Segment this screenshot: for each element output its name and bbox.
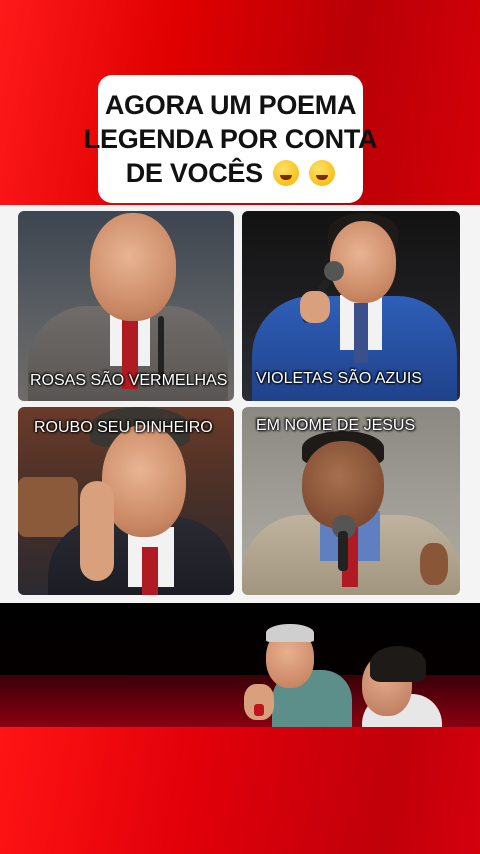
man-1-hair — [266, 624, 314, 642]
meme-collage: ROSAS SÃO VERMELHAS VIOLETAS SÃO AZUIS R… — [0, 205, 480, 603]
microphone-head-icon — [324, 261, 344, 281]
title-line-3: DE VOCÊS — [125, 158, 263, 188]
bottom-red-background — [0, 727, 480, 854]
person-hand — [420, 543, 448, 585]
microphone-icon — [338, 531, 348, 571]
person-face — [102, 425, 186, 537]
panel-4-caption: EM NOME DE JESUS — [256, 417, 416, 434]
collage-panel-4: EM NOME DE JESUS — [242, 407, 460, 595]
man-2-hair — [370, 646, 426, 682]
title-caption-box: AGORA UM POEMA LEGENDA POR CONTA DE VOCÊ… — [84, 75, 378, 203]
person-tie — [142, 547, 158, 595]
person-hand — [300, 291, 330, 323]
title-line-3-wrap: DE VOCÊS — [126, 156, 336, 190]
laughing-men-sticker — [242, 622, 442, 727]
chair-back — [18, 477, 78, 537]
collage-panel-2: VIOLETAS SÃO AZUIS — [242, 211, 460, 401]
person-tie — [354, 303, 368, 363]
rofl-emoji-icon — [309, 160, 336, 186]
panel-3-caption: ROUBO SEU DINHEIRO — [34, 419, 213, 436]
collage-panel-3: ROUBO SEU DINHEIRO — [18, 407, 234, 595]
person-face — [90, 213, 176, 321]
title-line-2: LEGENDA POR CONTA — [83, 124, 378, 154]
title-line-1: AGORA UM POEMA — [104, 90, 357, 120]
collage-panel-1: ROSAS SÃO VERMELHAS — [18, 211, 234, 401]
raised-finger-hand — [80, 481, 114, 581]
panel-2-caption: VIOLETAS SÃO AZUIS — [256, 370, 422, 387]
panel-1-caption: ROSAS SÃO VERMELHAS — [30, 372, 228, 389]
red-object — [254, 704, 264, 716]
winking-tongue-emoji-icon — [273, 160, 300, 186]
